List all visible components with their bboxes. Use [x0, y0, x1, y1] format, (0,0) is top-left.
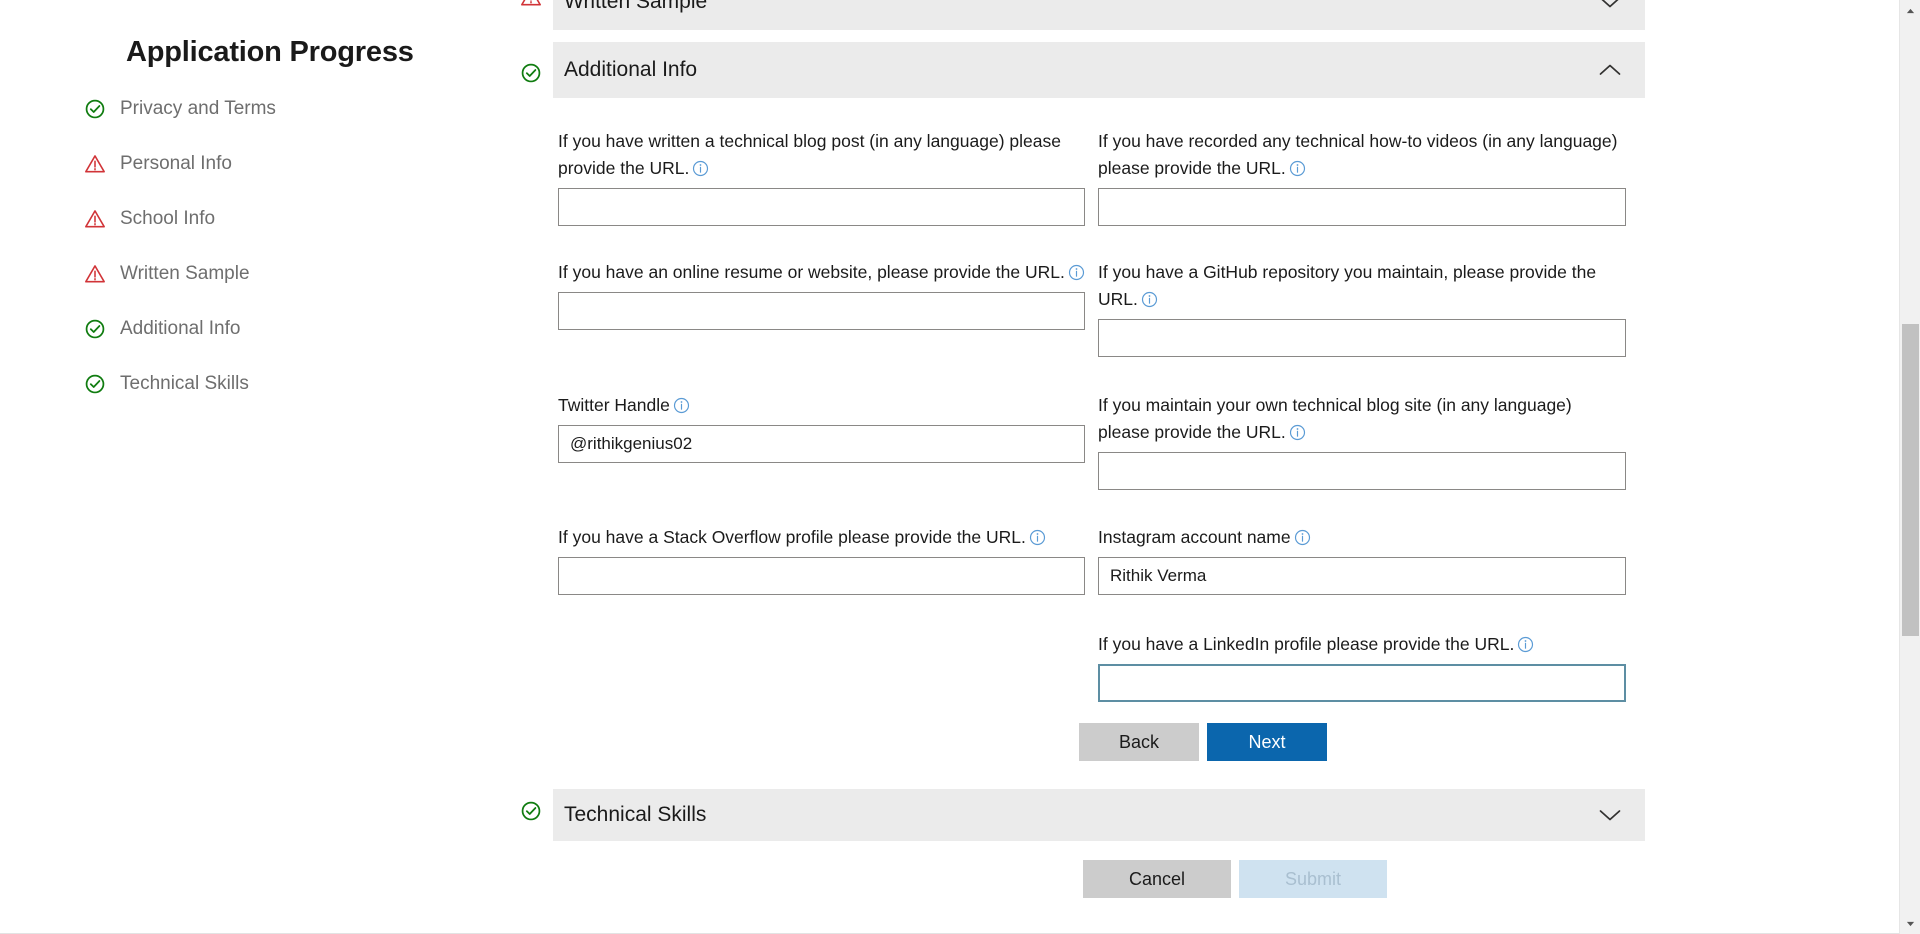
- info-icon[interactable]: [673, 395, 690, 412]
- field-technical-blog-site-url: If you maintain your own technical blog …: [1098, 392, 1626, 490]
- form-main-column: Written Sample Additional Info If you ha…: [520, 0, 1900, 934]
- field-label: If you have an online resume or website,…: [558, 259, 1085, 286]
- warning-triangle-icon: [84, 208, 106, 230]
- submit-button: Submit: [1239, 860, 1387, 898]
- next-button[interactable]: Next: [1207, 723, 1327, 761]
- sidebar-item-label: Privacy and Terms: [120, 98, 276, 120]
- field-instagram-account-name: Instagram account name: [1098, 524, 1626, 595]
- sidebar-item-technical-skills[interactable]: Technical Skills: [84, 370, 249, 398]
- field-howto-videos-url: If you have recorded any technical how-t…: [1098, 128, 1626, 226]
- blog-post-url-input[interactable]: [558, 188, 1085, 226]
- scrollbar-thumb[interactable]: [1902, 324, 1919, 636]
- cancel-button[interactable]: Cancel: [1083, 860, 1231, 898]
- sidebar-item-personal-info[interactable]: Personal Info: [84, 150, 232, 178]
- vertical-scrollbar[interactable]: [1899, 0, 1920, 934]
- instagram-account-name-input[interactable]: [1098, 557, 1626, 595]
- application-progress-sidebar: Application Progress Privacy and Terms Pe…: [0, 0, 520, 934]
- application-form-page: Application Progress Privacy and Terms Pe…: [0, 0, 1920, 934]
- info-icon[interactable]: [1141, 289, 1158, 306]
- warning-triangle-icon: [520, 0, 542, 8]
- linkedin-url-input[interactable]: [1098, 664, 1626, 702]
- status-icon-additional-info: [520, 62, 542, 84]
- accordion-title-written-sample: Written Sample: [564, 0, 1597, 14]
- field-label: If you have a Stack Overflow profile ple…: [558, 524, 1085, 551]
- field-label: Twitter Handle: [558, 392, 1085, 419]
- warning-triangle-icon: [84, 153, 106, 175]
- field-label: If you maintain your own technical blog …: [1098, 392, 1626, 446]
- check-circle-icon: [520, 800, 542, 822]
- field-online-resume-url: If you have an online resume or website,…: [558, 259, 1085, 330]
- stackoverflow-url-input[interactable]: [558, 557, 1085, 595]
- status-icon-technical-skills: [520, 800, 542, 822]
- field-github-repo-url: If you have a GitHub repository you main…: [1098, 259, 1626, 357]
- check-circle-icon: [84, 318, 106, 340]
- scroll-down-arrow-icon[interactable]: [1900, 913, 1920, 934]
- field-label: Instagram account name: [1098, 524, 1626, 551]
- check-circle-icon: [520, 62, 542, 84]
- field-twitter-handle: Twitter Handle: [558, 392, 1085, 463]
- online-resume-url-input[interactable]: [558, 292, 1085, 330]
- field-label: If you have a GitHub repository you main…: [1098, 259, 1626, 313]
- field-stackoverflow-url: If you have a Stack Overflow profile ple…: [558, 524, 1085, 595]
- chevron-up-icon[interactable]: [1597, 62, 1623, 78]
- sidebar-item-school-info[interactable]: School Info: [84, 205, 215, 233]
- field-label: If you have a LinkedIn profile please pr…: [1098, 631, 1626, 658]
- info-icon[interactable]: [1517, 634, 1534, 651]
- field-label: If you have written a technical blog pos…: [558, 128, 1085, 182]
- sidebar-item-label: Personal Info: [120, 153, 232, 175]
- info-icon[interactable]: [1294, 527, 1311, 544]
- chevron-down-icon[interactable]: [1597, 807, 1623, 823]
- sidebar-item-additional-info[interactable]: Additional Info: [84, 315, 240, 343]
- sidebar-item-privacy-and-terms[interactable]: Privacy and Terms: [84, 95, 276, 123]
- accordion-header-technical-skills[interactable]: Technical Skills: [553, 789, 1645, 841]
- sidebar-item-label: Technical Skills: [120, 373, 249, 395]
- page-title: Application Progress: [126, 36, 414, 69]
- accordion-header-written-sample[interactable]: Written Sample: [553, 0, 1645, 30]
- info-icon[interactable]: [1289, 422, 1306, 439]
- info-icon[interactable]: [1289, 158, 1306, 175]
- chevron-down-icon[interactable]: [1597, 0, 1623, 10]
- back-button[interactable]: Back: [1079, 723, 1199, 761]
- field-linkedin-url: If you have a LinkedIn profile please pr…: [1098, 631, 1626, 702]
- technical-blog-site-url-input[interactable]: [1098, 452, 1626, 490]
- info-icon[interactable]: [1068, 262, 1085, 279]
- scroll-up-arrow-icon[interactable]: [1900, 0, 1920, 21]
- sidebar-item-label: Additional Info: [120, 318, 240, 340]
- field-blog-post-url: If you have written a technical blog pos…: [558, 128, 1085, 226]
- github-repo-url-input[interactable]: [1098, 319, 1626, 357]
- info-icon[interactable]: [1029, 527, 1046, 544]
- twitter-handle-input[interactable]: [558, 425, 1085, 463]
- status-icon-written-sample: [520, 0, 542, 8]
- howto-videos-url-input[interactable]: [1098, 188, 1626, 226]
- sidebar-item-label: Written Sample: [120, 263, 250, 285]
- check-circle-icon: [84, 98, 106, 120]
- accordion-title-technical-skills: Technical Skills: [564, 803, 1597, 827]
- warning-triangle-icon: [84, 263, 106, 285]
- check-circle-icon: [84, 373, 106, 395]
- field-label: If you have recorded any technical how-t…: [1098, 128, 1626, 182]
- sidebar-item-written-sample[interactable]: Written Sample: [84, 260, 250, 288]
- sidebar-item-label: School Info: [120, 208, 215, 230]
- accordion-title-additional-info: Additional Info: [564, 58, 1597, 82]
- accordion-header-additional-info[interactable]: Additional Info: [553, 42, 1645, 98]
- info-icon[interactable]: [692, 158, 709, 175]
